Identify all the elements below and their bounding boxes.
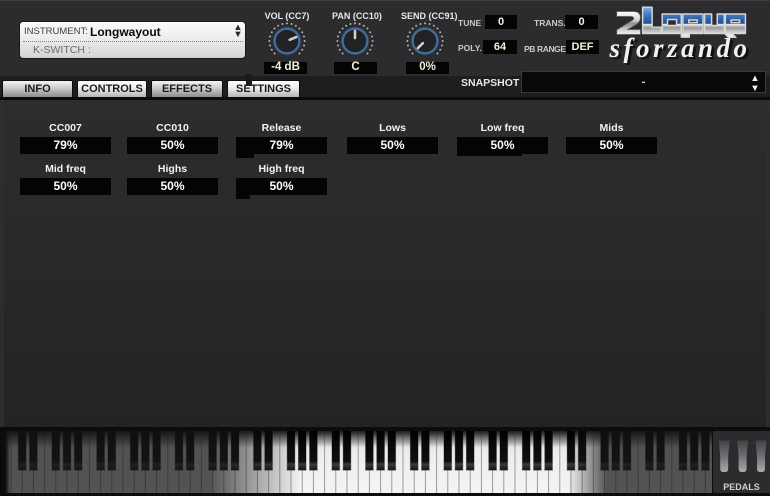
svg-text:sforzando: sforzando: [608, 33, 750, 63]
